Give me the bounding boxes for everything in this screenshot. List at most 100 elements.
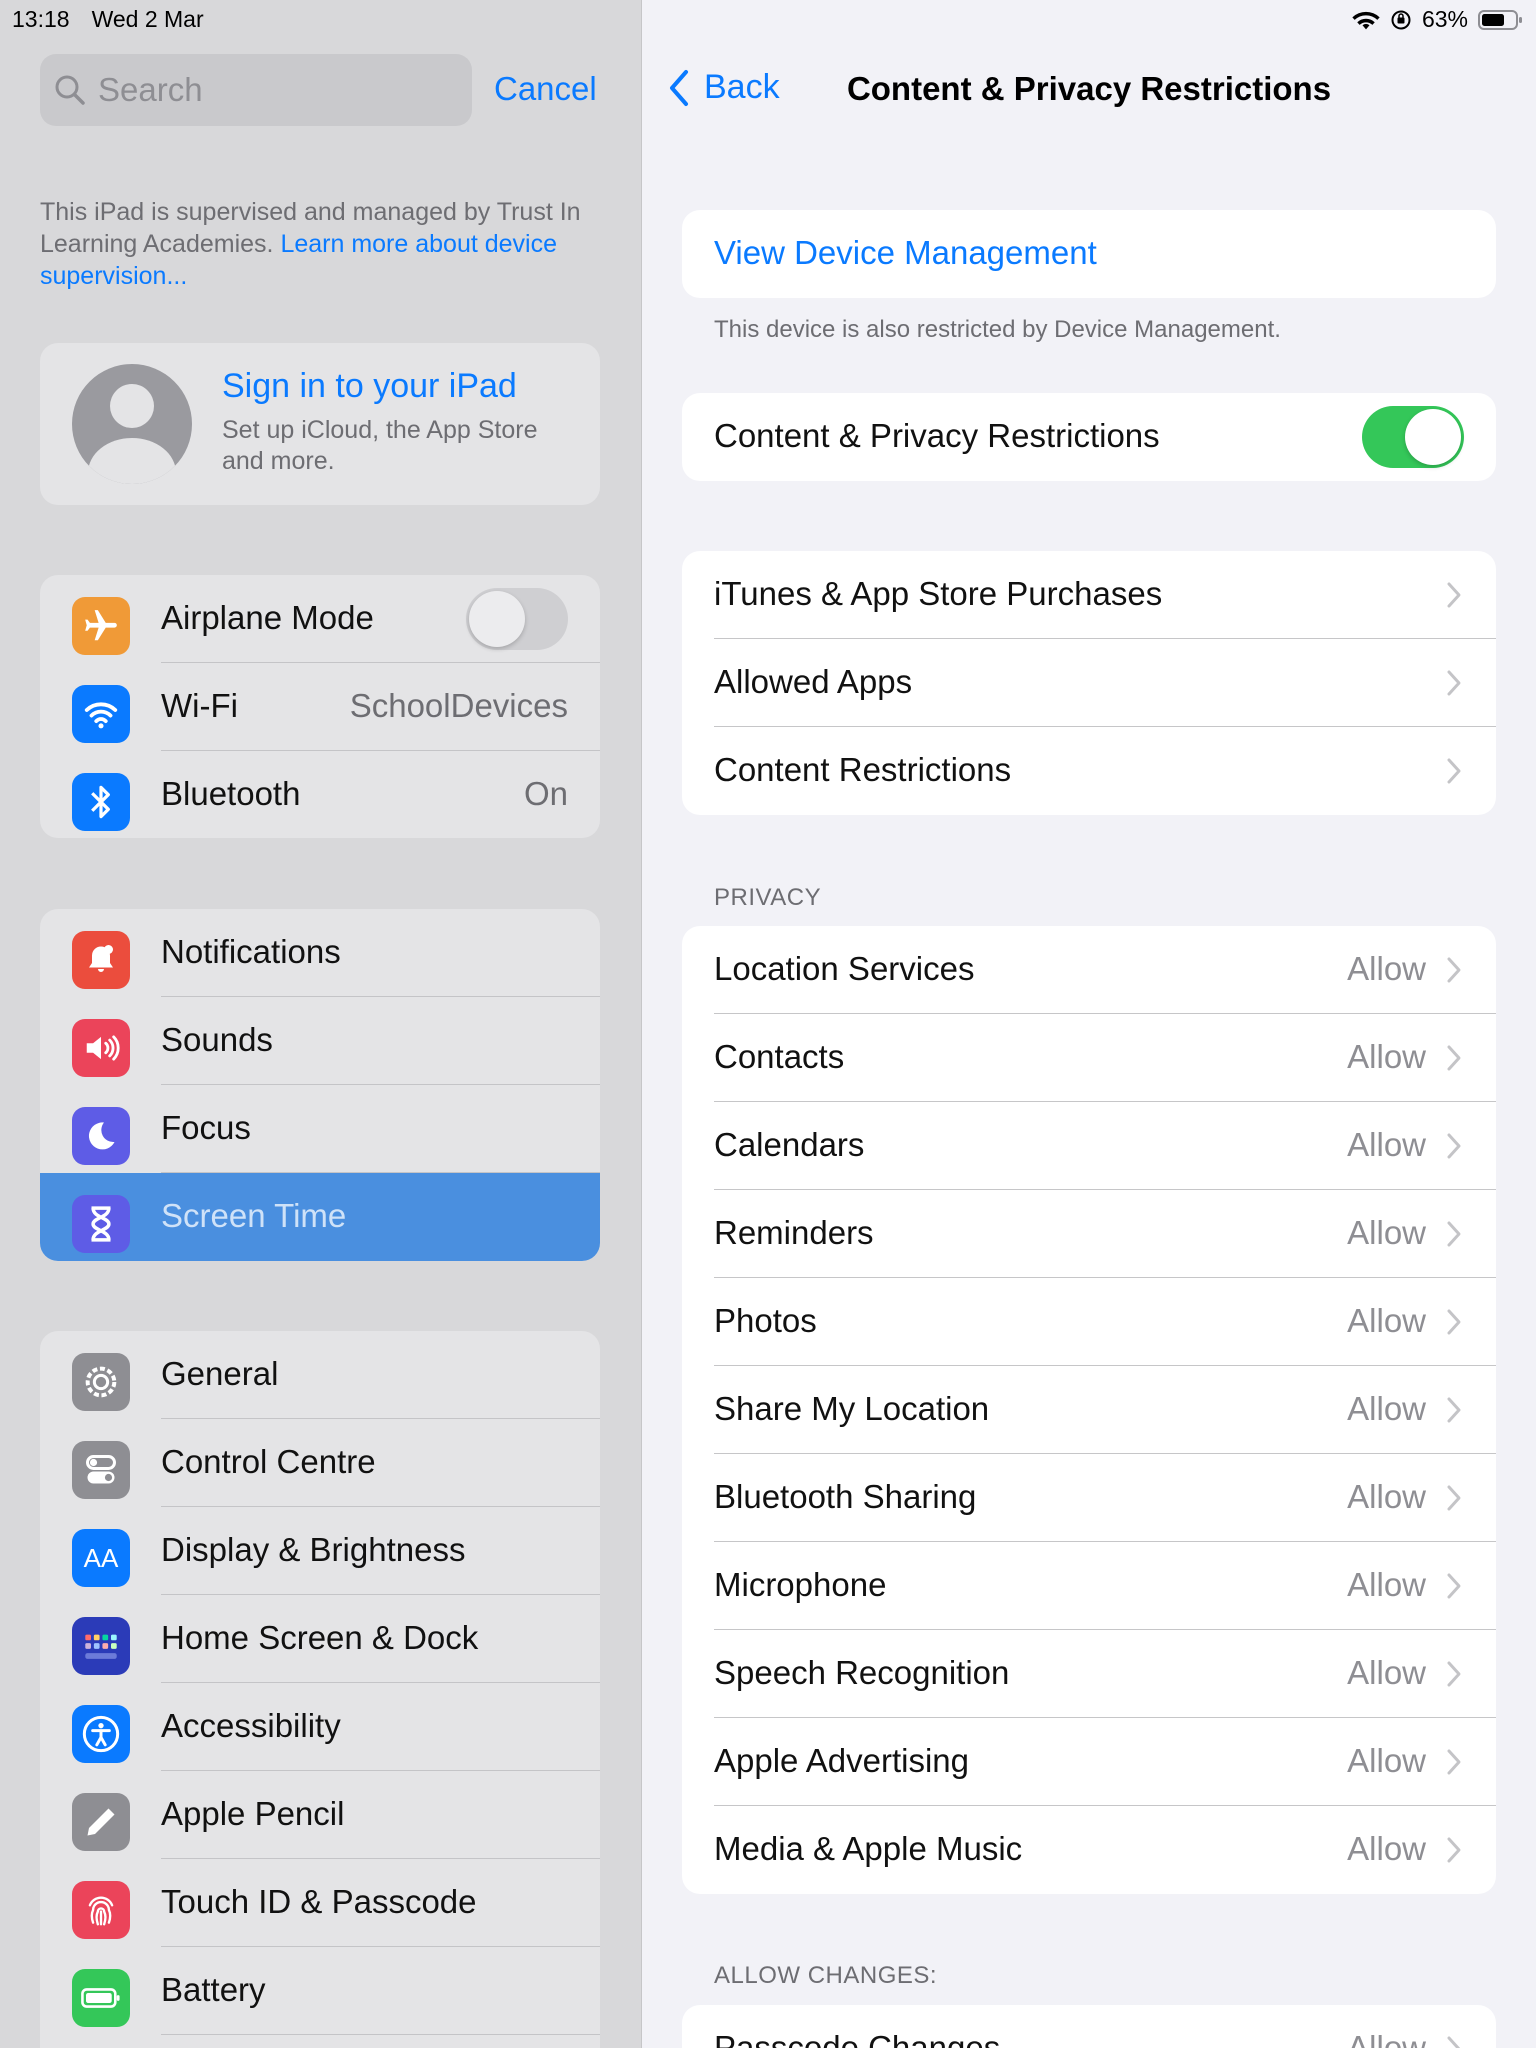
sidebar-item-accessibility[interactable]: Accessibility	[40, 1683, 600, 1771]
allow-changes-section-header: ALLOW CHANGES:	[714, 1962, 938, 1989]
restrictions-toggle-card: Content & Privacy Restrictions	[682, 393, 1496, 481]
avatar	[72, 364, 192, 484]
settings-row-calendars[interactable]: Calendars Allow	[682, 1102, 1496, 1190]
settings-row-speech-recognition[interactable]: Speech Recognition Allow	[682, 1630, 1496, 1718]
page-title: Content & Privacy Restrictions	[846, 70, 1332, 107]
settings-row-contacts[interactable]: Contacts Allow	[682, 1014, 1496, 1102]
sidebar-item-control-centre[interactable]: Control Centre	[40, 1419, 600, 1507]
sidebar-item-airplane-mode[interactable]: Airplane Mode	[40, 575, 600, 663]
cancel-button[interactable]: Cancel	[494, 70, 597, 108]
sidebar-item-home-screen-dock[interactable]: Home Screen & Dock	[40, 1595, 600, 1683]
sidebar-item-general[interactable]: General	[40, 1331, 600, 1419]
sidebar-item-label: Control Centre	[161, 1443, 376, 1480]
sidebar-item-label: Home Screen & Dock	[161, 1619, 479, 1656]
sidebar-item-sounds[interactable]: Sounds	[40, 997, 600, 1085]
row-label: Apple Advertising	[714, 1742, 969, 1779]
sidebar-item-bluetooth[interactable]: Bluetooth On	[40, 751, 600, 838]
settings-row-bluetooth-sharing[interactable]: Bluetooth Sharing Allow	[682, 1454, 1496, 1542]
store-restrictions-card: iTunes & App Store Purchases Allowed Apps…	[682, 551, 1496, 815]
home-screen-icon	[72, 1617, 130, 1675]
row-value: Allow	[1347, 1742, 1426, 1779]
fingerprint-icon	[72, 1881, 130, 1939]
sidebar-item-label: Focus	[161, 1109, 251, 1146]
row-label: Microphone	[714, 1566, 887, 1603]
chevron-right-icon	[1447, 1485, 1461, 1511]
sidebar-item-battery[interactable]: Battery	[40, 1947, 600, 2035]
chevron-right-icon	[1447, 1045, 1461, 1071]
battery-status-icon	[1478, 9, 1522, 30]
hourglass-icon	[72, 1195, 130, 1253]
settings-row-share-my-location[interactable]: Share My Location Allow	[682, 1366, 1496, 1454]
airplane-icon	[72, 597, 130, 655]
row-label: Location Services	[714, 950, 975, 987]
settings-row-photos[interactable]: Photos Allow	[682, 1278, 1496, 1366]
wifi-status-icon	[1352, 11, 1380, 29]
sidebar-item-apple-pencil[interactable]: Apple Pencil	[40, 1771, 600, 1859]
display-icon: AA	[72, 1529, 130, 1587]
settings-row-media-apple-music[interactable]: Media & Apple Music Allow	[682, 1806, 1496, 1894]
sign-in-subtitle: Set up iCloud, the App Store and more.	[222, 416, 538, 475]
sidebar-item-focus[interactable]: Focus	[40, 1085, 600, 1173]
chevron-right-icon	[1447, 582, 1461, 608]
sidebar-item-wifi[interactable]: Wi-Fi SchoolDevices	[40, 663, 600, 751]
airplane-mode-toggle[interactable]	[466, 588, 568, 650]
settings-row-passcode-changes[interactable]: Passcode Changes Allow	[682, 2005, 1496, 2048]
sidebar-item-display-brightness[interactable]: AA Display & Brightness	[40, 1507, 600, 1595]
chevron-right-icon	[1447, 670, 1461, 696]
notifications-group: Notifications Sounds Focus Screen Time	[40, 909, 600, 1261]
sign-in-title: Sign in to your iPad	[222, 367, 517, 405]
search-icon	[55, 75, 85, 105]
bluetooth-icon	[72, 773, 130, 831]
orientation-lock-icon	[1391, 10, 1411, 29]
row-value: Allow	[1347, 950, 1426, 987]
row-label: Media & Apple Music	[714, 1830, 1023, 1867]
row-value: Allow	[1347, 1302, 1426, 1339]
content-privacy-toggle[interactable]	[1362, 406, 1464, 468]
chevron-right-icon	[1447, 1837, 1461, 1863]
row-label: Speech Recognition	[714, 1654, 1010, 1691]
row-label: Content Restrictions	[714, 751, 1012, 788]
wifi-icon	[72, 685, 130, 743]
row-label: Bluetooth Sharing	[714, 1478, 977, 1515]
sidebar-item-screen-time[interactable]: Screen Time	[40, 1173, 600, 1261]
general-group: General Control Centre AA Display & Brig…	[40, 1331, 600, 2048]
control-centre-icon	[72, 1441, 130, 1499]
sidebar-item-label: Sounds	[161, 1021, 273, 1058]
sidebar-item-label: Battery	[161, 1971, 266, 2008]
chevron-right-icon	[1447, 1221, 1461, 1247]
sidebar: 13:18 Wed 2 Mar Search Cancel This iPad i…	[0, 0, 641, 2048]
sidebar-item-label: Accessibility	[161, 1707, 341, 1744]
settings-row-allowed-apps[interactable]: Allowed Apps	[682, 639, 1496, 727]
accessibility-icon	[72, 1705, 130, 1763]
device-management-card: View Device Management	[682, 210, 1496, 298]
sign-in-card[interactable]: Sign in to your iPad Set up iCloud, the …	[40, 343, 600, 505]
settings-row-content-restrictions[interactable]: Content Restrictions	[682, 727, 1496, 815]
sidebar-item-label: Touch ID & Passcode	[161, 1883, 477, 1920]
status-bar-left: 13:18 Wed 2 Mar	[12, 6, 226, 33]
view-device-management-link[interactable]: View Device Management	[714, 234, 1097, 272]
connectivity-group: Airplane Mode Wi-Fi SchoolDevices Blueto…	[40, 575, 600, 838]
bluetooth-value: On	[523, 775, 568, 812]
sidebar-item-label: General	[161, 1355, 279, 1392]
chevron-right-icon	[1447, 758, 1461, 784]
supervision-notice: This iPad is supervised and managed by T…	[40, 196, 610, 292]
search-input[interactable]: Search	[40, 54, 472, 126]
restrictions-toggle-label: Content & Privacy Restrictions	[714, 417, 1160, 454]
sidebar-item-label: Apple Pencil	[161, 1795, 345, 1832]
sidebar-item-touch-id-passcode[interactable]: Touch ID & Passcode	[40, 1859, 600, 1947]
chevron-right-icon	[1447, 1397, 1461, 1423]
chevron-right-icon	[1447, 1573, 1461, 1599]
detail-pane: 63% Back Content & Privacy Restrictions …	[642, 0, 1536, 2048]
sidebar-item-notifications[interactable]: Notifications	[40, 909, 600, 997]
row-value: Allow	[1347, 1830, 1426, 1867]
row-value: Allow	[1347, 1214, 1426, 1251]
settings-row-location-services[interactable]: Location Services Allow	[682, 926, 1496, 1014]
settings-row-microphone[interactable]: Microphone Allow	[682, 1542, 1496, 1630]
row-value: Allow	[1347, 1566, 1426, 1603]
settings-row-itunes-app-store-purchases[interactable]: iTunes & App Store Purchases	[682, 551, 1496, 639]
sidebar-item-label: Bluetooth	[161, 775, 301, 812]
settings-row-reminders[interactable]: Reminders Allow	[682, 1190, 1496, 1278]
settings-row-apple-advertising[interactable]: Apple Advertising Allow	[682, 1718, 1496, 1806]
chevron-right-icon	[1447, 1309, 1461, 1335]
sidebar-item-label: Airplane Mode	[161, 599, 374, 636]
